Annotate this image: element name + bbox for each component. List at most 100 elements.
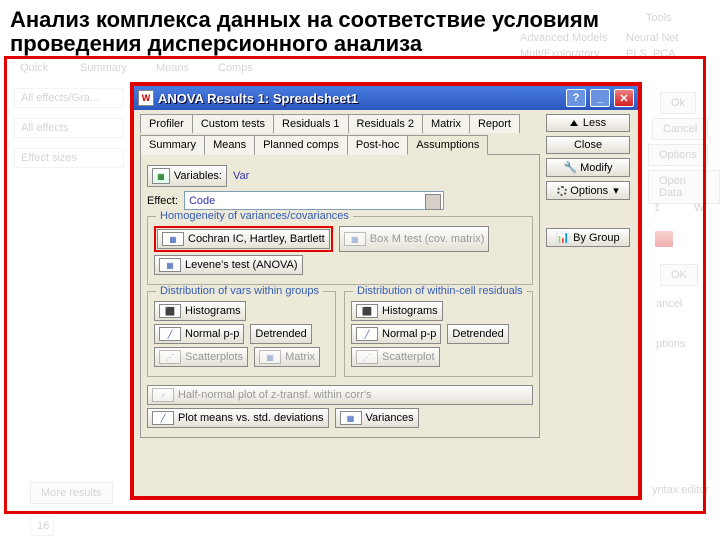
dist-vars-detrended[interactable]: Detrended — [250, 324, 311, 344]
halfnorm-label: Half-normal plot of z-transf. within cor… — [178, 389, 371, 401]
tab-posthoc[interactable]: Post-hoc — [347, 135, 408, 155]
dist-resid-normal-pp[interactable]: ╱ Normal p-p — [351, 324, 441, 344]
bg-16: 16 — [30, 516, 54, 536]
effect-dropdown[interactable]: Code — [184, 191, 444, 210]
tab-assumptions[interactable]: Assumptions — [407, 135, 488, 155]
cochran-button[interactable]: ▦ Cochran IC, Hartley, Bartlett — [157, 229, 330, 249]
variables-button[interactable]: ▦ Variables: — [147, 165, 227, 187]
tab-residuals1[interactable]: Residuals 1 — [273, 114, 348, 133]
plotmeans-button[interactable]: ╱ Plot means vs. std. deviations — [147, 408, 329, 428]
bg-tools: Tools — [642, 10, 676, 26]
tab-residuals2[interactable]: Residuals 2 — [348, 114, 423, 133]
bygroup-label: By Group — [573, 232, 619, 244]
bg-all-effects: All effects — [14, 118, 124, 138]
grid-icon: ▦ — [340, 411, 362, 425]
less-button[interactable]: Less — [546, 114, 630, 132]
matrix-label: Matrix — [285, 351, 315, 363]
bg-ok2: OK — [660, 264, 698, 286]
dist-resid-histograms[interactable]: ⬛ Histograms — [351, 301, 443, 321]
tab-report[interactable]: Report — [469, 114, 520, 133]
bg-cancel2: ancel — [652, 296, 686, 312]
dist-resid-title: Distribution of within-cell residuals — [353, 285, 527, 297]
bg-opendata: Open Data — [648, 170, 720, 204]
levene-label: Levene's test (ANOVA) — [185, 259, 298, 271]
statistica-icon: W — [138, 90, 154, 106]
bg-comps: Comps — [218, 62, 253, 74]
pp-icon: ╱ — [159, 327, 181, 341]
bg-pls: PLS, PCA — [622, 46, 680, 62]
bg-ok: Ok — [660, 92, 696, 114]
bg-one: 1 — [650, 200, 664, 216]
scat-label: Scatterplot — [382, 351, 435, 363]
side-buttons: Less Close 🔧 Modify Options ▾ 📊 By Group — [546, 114, 630, 247]
grid-icon: ▦ — [159, 258, 181, 272]
tabs-row-upper: Profiler Custom tests Residuals 1 Residu… — [140, 114, 540, 133]
chevron-up-icon — [570, 120, 578, 126]
cochran-label: Cochran IC, Hartley, Bartlett — [188, 233, 325, 245]
boxm-button[interactable]: ▦ Box M test (cov. matrix) — [339, 226, 490, 252]
minimize-button[interactable]: _ — [590, 89, 610, 107]
bg-options2: ptions — [652, 336, 689, 352]
tab-means[interactable]: Means — [204, 135, 255, 155]
scatter-icon: ⋰ — [159, 350, 181, 364]
matrix-icon: ▦ — [259, 350, 281, 364]
variables-label: Variables: — [174, 170, 222, 182]
tabs-row-lower: Summary Means Planned comps Post-hoc Ass… — [140, 135, 540, 155]
options-button[interactable]: Options ▾ — [546, 181, 630, 200]
bg-quick: Quick — [20, 62, 48, 74]
tab-profiler[interactable]: Profiler — [140, 114, 193, 133]
bg-all-effects-gra: All effects/Gra... — [14, 88, 124, 108]
dist-resid-scatterplot[interactable]: ⋰ Scatterplot — [351, 347, 440, 367]
dist-vars-normal-pp[interactable]: ╱ Normal p-p — [154, 324, 244, 344]
histogram-icon: ⬛ — [159, 304, 181, 318]
levene-button[interactable]: ▦ Levene's test (ANOVA) — [154, 255, 303, 275]
bg-means: Means — [156, 62, 189, 74]
dist-resid-detrended[interactable]: Detrended — [447, 324, 508, 344]
bg-neural: Neural Net — [622, 30, 683, 46]
dist-vars-title: Distribution of vars within groups — [156, 285, 323, 297]
bg-cancel: Cancel — [652, 118, 708, 140]
bygroup-button[interactable]: 📊 By Group — [546, 228, 630, 247]
pp-icon: ╱ — [356, 327, 378, 341]
bg-more-results: More results — [30, 482, 113, 504]
dist-vars-group: Distribution of vars within groups ⬛ His… — [147, 291, 336, 377]
dist-vars-matrix[interactable]: ▦ Matrix — [254, 347, 320, 367]
bg-summary: Summary — [80, 62, 127, 74]
titlebar: W ANOVA Results 1: Spreadsheet1 ? _ ✕ — [134, 86, 638, 110]
help-button[interactable]: ? — [566, 89, 586, 107]
bg-effect-sizes: Effect sizes — [14, 148, 124, 168]
window-title: ANOVA Results 1: Spreadsheet1 — [158, 91, 562, 106]
wrench-icon: 🔧 — [563, 161, 577, 174]
tab-summary[interactable]: Summary — [140, 135, 205, 155]
dist-vars-scatterplots[interactable]: ⋰ Scatterplots — [154, 347, 248, 367]
tab-planned-comps[interactable]: Planned comps — [254, 135, 348, 155]
close-button[interactable]: ✕ — [614, 89, 634, 107]
normpp-label: Normal p-p — [185, 328, 239, 340]
bg-advanced: Advanced Models — [516, 30, 611, 46]
effect-label: Effect: — [147, 195, 178, 207]
boxm-label: Box M test (cov. matrix) — [370, 233, 485, 245]
cochran-highlight: ▦ Cochran IC, Hartley, Bartlett — [154, 226, 333, 252]
tab-matrix[interactable]: Matrix — [422, 114, 470, 133]
hist-label: Histograms — [382, 305, 438, 317]
gear-icon — [557, 186, 567, 196]
plotmeans-label: Plot means vs. std. deviations — [178, 412, 324, 424]
modify-label: Modify — [580, 162, 612, 174]
bygroup-icon: 📊 — [556, 231, 570, 244]
hist-label: Histograms — [185, 305, 241, 317]
bg-w: W — [690, 200, 708, 216]
modify-button[interactable]: 🔧 Modify — [546, 158, 630, 177]
variances-button[interactable]: ▦ Variances — [335, 408, 419, 428]
variables-icon: ▦ — [152, 168, 170, 184]
anova-results-window: W ANOVA Results 1: Spreadsheet1 ? _ ✕ Le… — [130, 82, 642, 500]
variables-value: Var — [233, 170, 249, 182]
effect-value: Code — [189, 195, 215, 207]
less-label: Less — [583, 117, 606, 129]
options-label: Options — [570, 185, 608, 197]
close-panel-button[interactable]: Close — [546, 136, 630, 154]
dist-vars-histograms[interactable]: ⬛ Histograms — [154, 301, 246, 321]
halfnormal-button[interactable]: ▫ Half-normal plot of z-transf. within c… — [147, 385, 533, 405]
tab-custom-tests[interactable]: Custom tests — [192, 114, 274, 133]
bg-close-btn — [654, 230, 674, 248]
variances-label: Variances — [366, 412, 414, 424]
